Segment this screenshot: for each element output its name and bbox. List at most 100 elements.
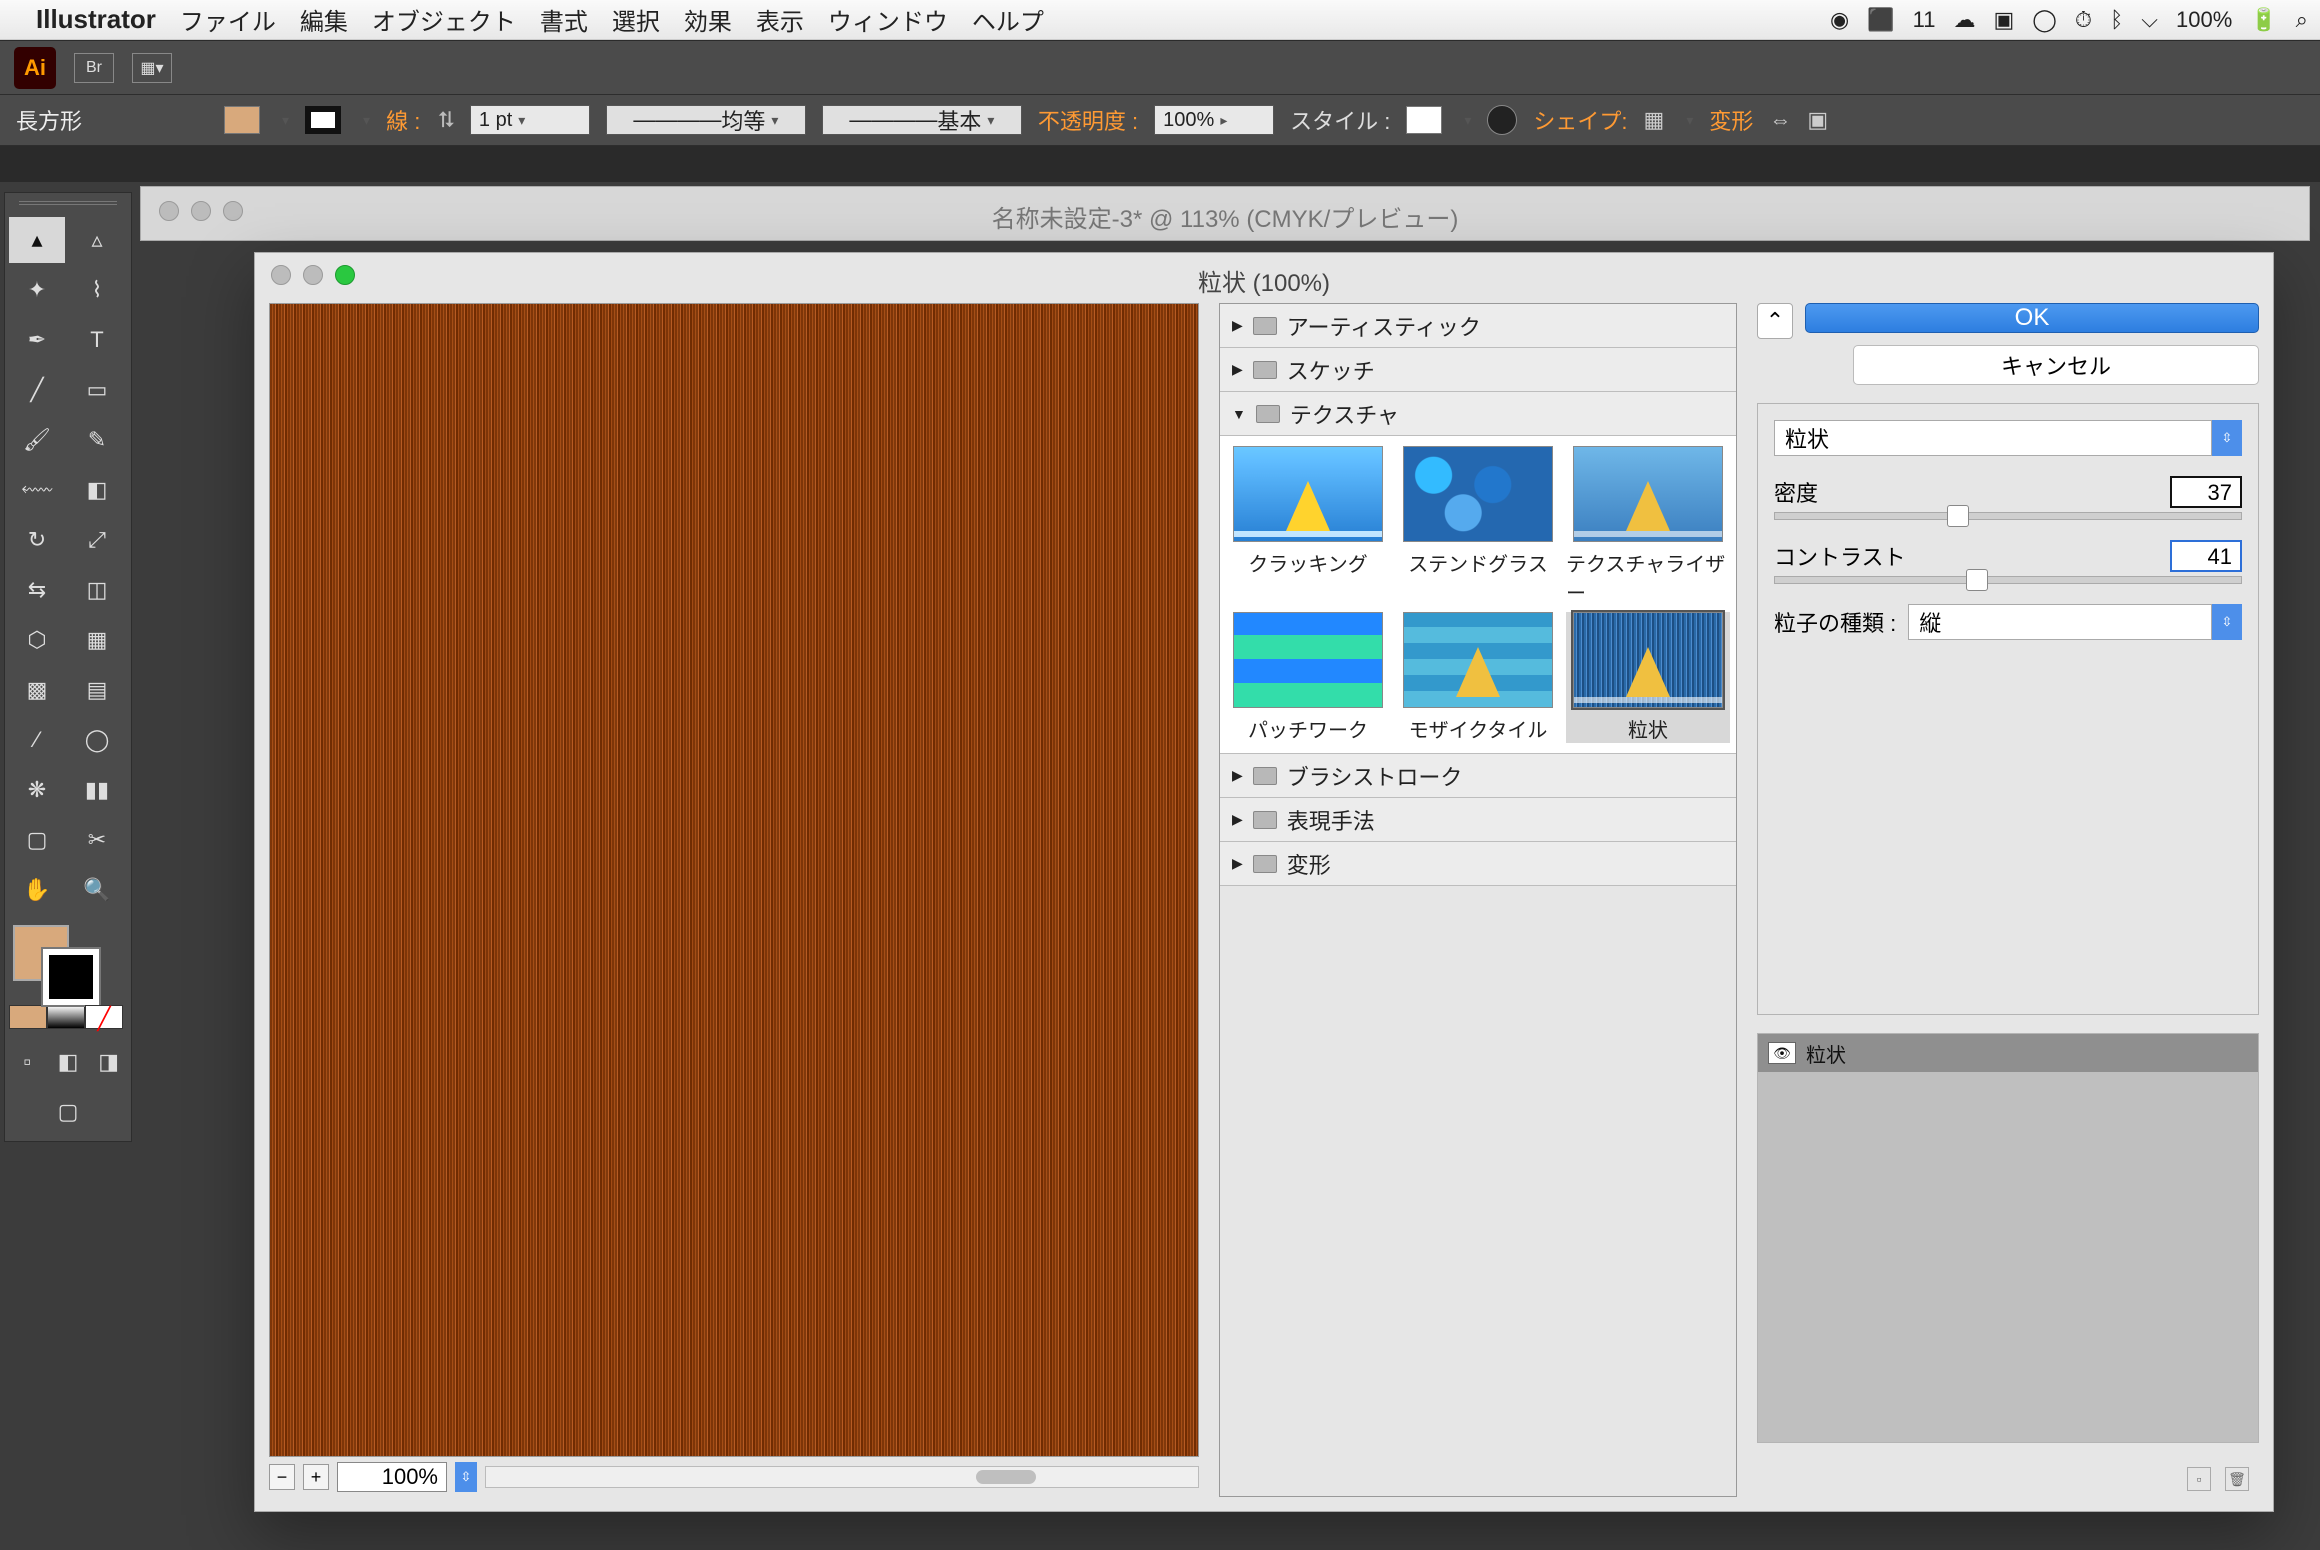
thumb-texturizer[interactable]: テクスチャライザー	[1566, 446, 1730, 606]
adobe-icon[interactable]: ⬛	[1867, 7, 1894, 33]
effect-layer-row[interactable]: 👁 粒状	[1758, 1034, 2258, 1072]
stroke-profile-dropdown[interactable]: ———— 均等▾	[606, 105, 806, 135]
menu-view[interactable]: 表示	[756, 2, 804, 37]
circle-icon[interactable]: ◯	[2032, 7, 2057, 33]
visibility-icon[interactable]: 👁	[1768, 1042, 1796, 1064]
color-mode-color[interactable]	[9, 1005, 47, 1029]
clock-icon[interactable]: ⏱	[2075, 7, 2092, 33]
panel-grip[interactable]	[19, 201, 117, 211]
hand-tool[interactable]: ✋	[9, 867, 65, 913]
tree-distort[interactable]: ▶変形	[1220, 842, 1736, 886]
tree-texture[interactable]: ▼テクスチャ	[1220, 392, 1736, 436]
artboard-tool[interactable]: ▢	[9, 817, 65, 863]
dropdown-arrows-icon[interactable]: ⇳	[2212, 420, 2242, 456]
thumb-craquelure[interactable]: クラッキング	[1226, 446, 1390, 606]
effect-preview[interactable]	[269, 303, 1199, 1457]
slider-thumb[interactable]	[1966, 569, 1988, 591]
grain-type-select[interactable]: 縦	[1908, 604, 2212, 640]
illustrator-logo-icon[interactable]: Ai	[14, 47, 56, 89]
ok-button[interactable]: OK	[1805, 303, 2259, 333]
zoom-value[interactable]: 100%	[337, 1462, 447, 1492]
shape-builder-tool[interactable]: ⬡	[9, 617, 65, 663]
chevron-down-icon[interactable]: ▾	[276, 112, 289, 129]
cancel-button[interactable]: キャンセル	[1853, 345, 2259, 385]
thumb-mosaic-tiles[interactable]: モザイクタイル	[1396, 612, 1560, 743]
transform-label[interactable]: 変形	[1709, 104, 1753, 136]
tray-icon[interactable]: ▣	[1994, 7, 2015, 33]
tree-brush-strokes[interactable]: ▶ブラシストローク	[1220, 754, 1736, 798]
eyedropper-tool[interactable]: ⁄	[9, 717, 65, 763]
fill-swatch[interactable]	[224, 106, 260, 134]
scrollbar-thumb[interactable]	[976, 1470, 1036, 1484]
density-track[interactable]	[1774, 512, 2242, 520]
delete-effect-layer-button[interactable]: 🗑	[2225, 1467, 2249, 1491]
stroke-swatch[interactable]	[305, 106, 341, 134]
zoom-tool[interactable]: 🔍	[69, 867, 125, 913]
rotate-tool[interactable]: ↻	[9, 517, 65, 563]
stroke-label[interactable]: 線 :	[386, 104, 420, 136]
shape-props-icon[interactable]: ▦	[1644, 107, 1665, 133]
scale-tool[interactable]: ⤢	[69, 517, 125, 563]
slider-thumb[interactable]	[1947, 505, 1969, 527]
menu-object[interactable]: オブジェクト	[372, 2, 516, 37]
search-icon[interactable]: ⌕	[2296, 7, 2308, 33]
contrast-track[interactable]	[1774, 576, 2242, 584]
zoom-stepper-icon[interactable]: ⇳	[455, 1462, 477, 1492]
eraser-tool[interactable]: ◧	[69, 467, 125, 513]
menu-window[interactable]: ウィンドウ	[828, 2, 948, 37]
lasso-tool[interactable]: ⌇	[69, 267, 125, 313]
stepper-icon[interactable]: ⮁	[436, 107, 454, 133]
gradient-tool[interactable]: ▤	[69, 667, 125, 713]
stroke-weight-field[interactable]: 1 pt▾	[470, 105, 590, 135]
stroke-color[interactable]	[43, 949, 99, 1005]
brush-dropdown[interactable]: ———— 基本▾	[822, 105, 1022, 135]
pen-tool[interactable]: ✒	[9, 317, 65, 363]
draw-mode-normal[interactable]: ▫	[9, 1039, 46, 1085]
recolor-icon[interactable]	[1487, 105, 1517, 135]
draw-mode-behind[interactable]: ◧	[50, 1039, 87, 1085]
type-tool[interactable]: T	[69, 317, 125, 363]
density-input[interactable]: 37	[2170, 476, 2242, 508]
free-transform-tool[interactable]: ◫	[69, 567, 125, 613]
zoom-in-button[interactable]: +	[303, 1464, 329, 1490]
shape-label[interactable]: シェイプ:	[1533, 104, 1627, 136]
chevron-down-icon[interactable]: ▾	[1680, 112, 1693, 129]
paintbrush-tool[interactable]: 🖌	[9, 417, 65, 463]
cc-icon[interactable]: ☁	[1954, 7, 1976, 33]
thumb-patchwork[interactable]: パッチワーク	[1226, 612, 1390, 743]
menu-file[interactable]: ファイル	[180, 2, 276, 37]
color-mode-none[interactable]: ╱	[85, 1005, 123, 1029]
new-effect-layer-button[interactable]: ▫	[2187, 1467, 2211, 1491]
menu-edit[interactable]: 編集	[300, 2, 348, 37]
battery-icon[interactable]: 🔋	[2250, 7, 2277, 33]
magic-wand-tool[interactable]: ✦	[9, 267, 65, 313]
color-mode-gradient[interactable]	[47, 1005, 85, 1029]
tree-artistic[interactable]: ▶アーティスティック	[1220, 304, 1736, 348]
graph-tool[interactable]: ▮▮	[69, 767, 125, 813]
wifi-icon[interactable]: ⌵	[2141, 7, 2158, 33]
filter-select[interactable]: 粒状 ⇳	[1774, 420, 2242, 456]
chevron-down-icon[interactable]: ▾	[1458, 112, 1471, 129]
bluetooth-icon[interactable]: ᛒ	[2110, 7, 2123, 33]
screen-mode-button[interactable]: ▢	[9, 1089, 127, 1135]
arrange-docs-icon[interactable]: ▦▾	[132, 53, 172, 83]
align-icon[interactable]: ⇔	[1769, 107, 1791, 133]
line-tool[interactable]: ╱	[9, 367, 65, 413]
zoom-out-button[interactable]: −	[269, 1464, 295, 1490]
blend-tool[interactable]: ◯	[69, 717, 125, 763]
blob-tool[interactable]: ⬳	[9, 467, 65, 513]
menu-help[interactable]: ヘルプ	[972, 2, 1044, 37]
pencil-tool[interactable]: ✎	[69, 417, 125, 463]
tree-sketch[interactable]: ▶スケッチ	[1220, 348, 1736, 392]
opacity-label[interactable]: 不透明度 :	[1038, 104, 1138, 136]
width-tool[interactable]: ⇆	[9, 567, 65, 613]
app-name[interactable]: Illustrator	[36, 4, 156, 35]
thumb-stained-glass[interactable]: ステンドグラス	[1396, 446, 1560, 606]
thumb-grain[interactable]: 粒状	[1566, 612, 1730, 743]
draw-mode-inside[interactable]: ◨	[90, 1039, 127, 1085]
slice-tool[interactable]: ✂	[69, 817, 125, 863]
collapse-tree-button[interactable]: ⌃	[1757, 303, 1793, 339]
contrast-input[interactable]: 41	[2170, 540, 2242, 572]
mesh-tool[interactable]: ▩	[9, 667, 65, 713]
menu-effect[interactable]: 効果	[684, 2, 732, 37]
